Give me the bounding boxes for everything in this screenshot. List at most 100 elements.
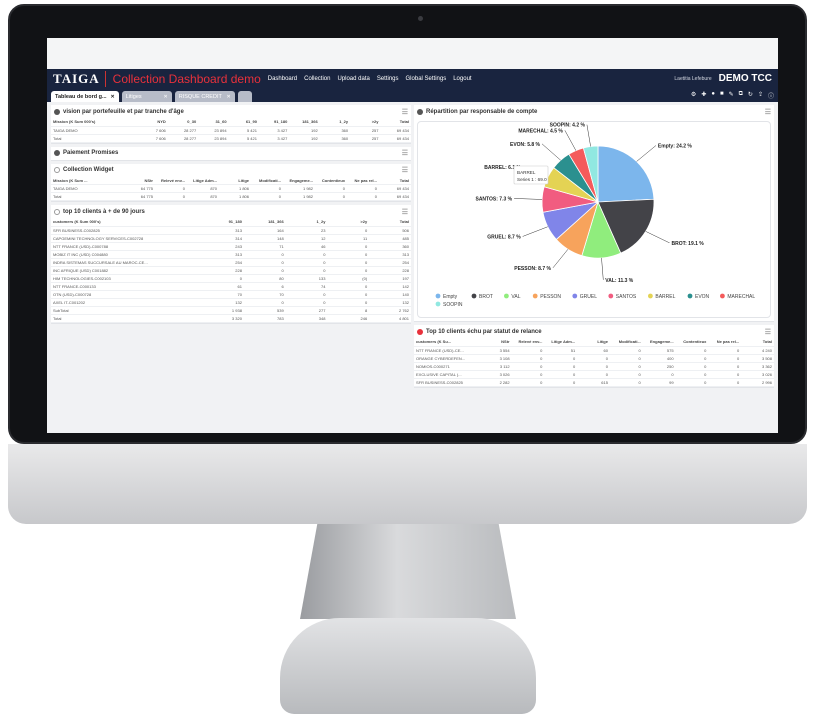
column-header[interactable]: customers (K Sum 000's) xyxy=(51,218,203,227)
table-row[interactable]: Total 64 775 0 870 1 806 0 1 982 0 0 69 434 xyxy=(51,192,411,201)
edit-icon[interactable]: ✎ xyxy=(729,91,734,100)
column-header[interactable]: Litige xyxy=(577,338,610,347)
settings-icon[interactable]: ⚙ xyxy=(691,91,696,100)
refresh-icon[interactable]: ↻ xyxy=(748,91,753,100)
column-header[interactable]: 31_60 xyxy=(198,118,229,127)
legend-item-brot[interactable]: BROT xyxy=(479,294,493,300)
column-header[interactable]: NStr xyxy=(123,176,155,185)
column-header[interactable]: 61_90 xyxy=(228,118,259,127)
column-header[interactable]: Litige Adm... xyxy=(544,338,578,347)
user-name[interactable]: Laetitia Lefebure xyxy=(674,76,711,82)
close-icon[interactable]: ✕ xyxy=(227,94,231,100)
menu-icon[interactable]: ☰ xyxy=(765,108,771,116)
circle-icon[interactable]: ● xyxy=(711,91,715,100)
column-header[interactable]: Total xyxy=(369,218,411,227)
column-header[interactable]: 91_180 xyxy=(202,218,244,227)
legend-item-marechal[interactable]: MARECHAL xyxy=(727,294,755,300)
stop-icon[interactable]: ■ xyxy=(720,91,724,100)
brand-logo[interactable]: TAIGA xyxy=(53,70,106,87)
column-header[interactable]: Modificati... xyxy=(251,176,283,185)
column-header[interactable]: Engageme... xyxy=(642,338,676,347)
column-header[interactable]: 181_366 xyxy=(289,118,320,127)
table-row[interactable]: SubTotal 1 938 539 277 8 2 762 xyxy=(51,306,411,315)
column-header[interactable]: Relevé env... xyxy=(511,338,545,347)
table-row[interactable]: MOBIZ IT INC (USD) C004880 313 0 0 0 313 xyxy=(51,250,411,259)
column-header[interactable]: 181_366 xyxy=(243,218,286,227)
legend-item-pesson[interactable]: PESSON xyxy=(540,294,561,300)
column-header[interactable]: >2y xyxy=(350,118,381,127)
table-row[interactable]: HIM TECHNOLOGIES-C002103 0 80 133 (0) 197 xyxy=(51,274,411,283)
tab-tableau-de-bord[interactable]: Tableau de bord g... ✕ xyxy=(51,91,119,102)
column-header[interactable]: Total xyxy=(379,176,411,185)
table-row[interactable]: SFR BUSINESS-C002825 313 164 23 0 506 xyxy=(51,226,411,235)
nav-settings[interactable]: Settings xyxy=(377,76,399,82)
column-header[interactable]: Mission (K Sum 000's) xyxy=(51,118,138,127)
nav-upload-data[interactable]: Upload data xyxy=(337,76,369,82)
table-row[interactable]: Total 7 606 28 277 23 894 5 421 3 427 192 360 25… xyxy=(51,134,411,143)
column-header[interactable]: customers (K Su... xyxy=(414,338,479,347)
column-header[interactable]: Engageme... xyxy=(283,176,315,185)
table-row[interactable]: NTT FRANCE-C000133 61 6 74 0 142 xyxy=(51,282,411,291)
table-row[interactable]: EXCLUSIVE CAPITAL (... 3 026 0 0 0 0 0 0 0 3 026 xyxy=(414,370,774,379)
table-cell: 192 xyxy=(289,126,320,135)
column-header[interactable]: Mission (K Sum ... xyxy=(51,176,123,185)
column-header[interactable]: Total xyxy=(741,338,774,347)
column-header[interactable]: 1_2y xyxy=(285,218,328,227)
column-header[interactable]: 91_180 xyxy=(258,118,290,127)
copy-icon[interactable]: ⧉ xyxy=(739,91,743,100)
tab-litiges[interactable]: Litiges ✕ xyxy=(121,91,172,102)
add-icon[interactable]: ✚ xyxy=(701,91,706,100)
legend-item-barrel[interactable]: BARREL xyxy=(655,294,675,300)
column-header[interactable]: NStr xyxy=(478,338,512,347)
info-icon[interactable]: ⓘ xyxy=(768,91,774,100)
table-row[interactable]: OTN (USD)-C000728 70 70 0 0 140 xyxy=(51,290,411,299)
column-header[interactable]: Litige xyxy=(219,176,251,185)
table-row[interactable]: AXEL IT-C001202 132 0 0 0 132 xyxy=(51,298,411,307)
column-header[interactable]: NYD xyxy=(137,118,168,127)
column-header[interactable]: Contentieux xyxy=(315,176,347,185)
legend-item-evon[interactable]: EVON xyxy=(695,294,710,300)
legend-item-santos[interactable]: SANTOS xyxy=(616,294,637,300)
menu-icon[interactable]: ☰ xyxy=(765,328,771,336)
table-row[interactable]: TAIGA DEMO 64 775 0 870 1 806 0 1 982 0 0 69 434 xyxy=(51,184,411,193)
column-header[interactable]: 1_2y xyxy=(319,118,351,127)
column-header[interactable]: Modificati... xyxy=(609,338,643,347)
table-row[interactable]: ORANGE CYBERDEFEN... 3 108 0 0 0 0 400 0 0 3 508 xyxy=(414,354,774,363)
table-row[interactable]: TAIGA DEMO 7 606 28 277 23 894 5 421 3 427 192… xyxy=(51,126,411,135)
column-header[interactable]: Ne pas rel... xyxy=(708,338,742,347)
table-row[interactable]: NTT FRANCE (USD)-CE... 3 554 0 51 60 0 575 0 0 4 … xyxy=(414,346,774,355)
legend-item-soopin[interactable]: SOOPIN xyxy=(443,302,463,308)
table-row[interactable]: Total 3 320 783 348 246 4 801 xyxy=(51,314,411,323)
close-icon[interactable]: ✕ xyxy=(164,94,168,100)
menu-icon[interactable]: ☰ xyxy=(402,208,408,216)
table-row[interactable]: NOMIOS-C000271 3 112 0 0 0 0 250 0 0 3 362 xyxy=(414,362,774,371)
tab-risque-credit[interactable]: RISQUE CREDIT ✕ xyxy=(174,91,235,102)
add-tab-button[interactable] xyxy=(237,91,252,102)
menu-icon[interactable]: ☰ xyxy=(402,108,408,116)
column-header[interactable]: Litige Adm... xyxy=(187,176,219,185)
nav-dashboard[interactable]: Dashboard xyxy=(268,76,297,82)
legend-item-val[interactable]: VAL xyxy=(511,294,520,300)
column-header[interactable]: Relevé env... xyxy=(155,176,187,185)
close-icon[interactable]: ✕ xyxy=(111,94,115,100)
table-row[interactable]: SFR BUSINESS-C002825 2 282 0 0 615 0 99 0 0 2 996 xyxy=(414,378,774,387)
nav-global-settings[interactable]: Global Settings xyxy=(406,76,447,82)
table-cell: 142 xyxy=(369,282,411,291)
column-header[interactable]: >2y xyxy=(327,218,370,227)
table-cell: 485 xyxy=(369,234,411,243)
menu-icon[interactable]: ☰ xyxy=(402,166,408,174)
menu-icon[interactable]: ☰ xyxy=(402,149,408,157)
nav-collection[interactable]: Collection xyxy=(304,76,330,82)
table-row[interactable]: NTT FRANCE (USD)-C000788 243 71 46 0 360 xyxy=(51,242,411,251)
nav-logout[interactable]: Logout xyxy=(453,76,471,82)
column-header[interactable]: 0_30 xyxy=(167,118,199,127)
share-icon[interactable]: ⇪ xyxy=(758,91,763,100)
column-header[interactable]: Total xyxy=(380,118,411,127)
column-header[interactable]: Ne pas rel... xyxy=(347,176,379,185)
column-header[interactable]: Contentieux xyxy=(675,338,709,347)
table-row[interactable]: INC AFRIQUE (USD) C001882 228 0 0 0 228 xyxy=(51,266,411,275)
legend-item-empty[interactable]: Empty xyxy=(443,294,458,300)
table-row[interactable]: INDRA SISTEMAS SUCCURSALE AU MAROC-CE...… xyxy=(51,258,411,267)
legend-item-gruel[interactable]: GRUEL xyxy=(580,294,597,300)
table-row[interactable]: CAPGEMINI TECHNOLOGY SERVICES-C002728 314… xyxy=(51,234,411,243)
